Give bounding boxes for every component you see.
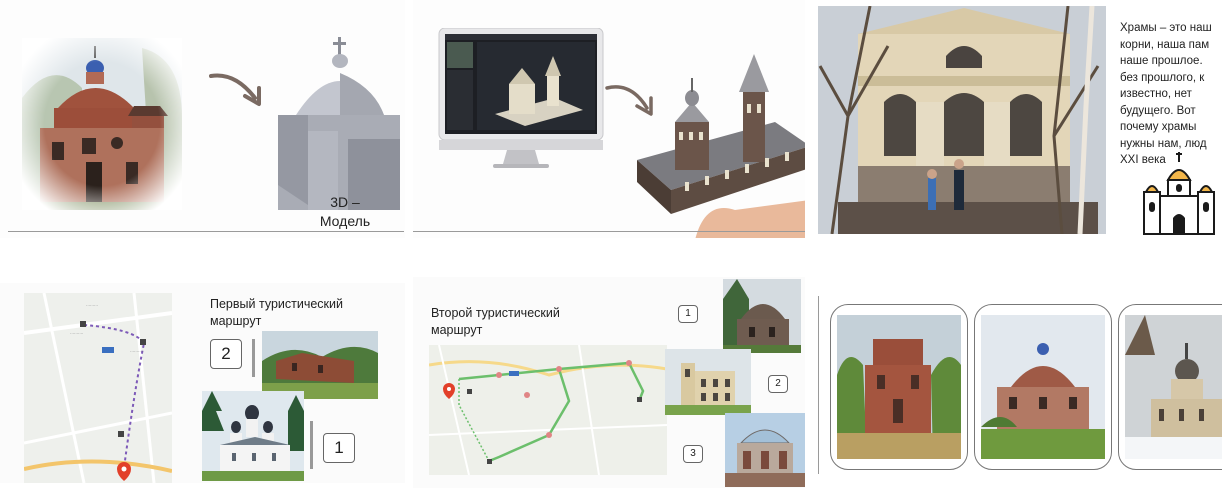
route-label-1: 1 (323, 433, 355, 463)
svg-text:··········: ·········· (70, 331, 83, 336)
slide-quote: Храмы – это наш корни, наша пам наше про… (818, 0, 1222, 240)
ruin-photo (262, 331, 378, 399)
photo-card (974, 304, 1112, 470)
route-label-3: 3 (683, 445, 703, 463)
curved-arrow-icon (209, 73, 261, 106)
ruined-church-photo (22, 38, 182, 210)
gallery-divider (818, 296, 819, 474)
ruined-brick-church-photo (837, 315, 961, 459)
route-map-1: ········· ·········· ·········· (24, 293, 172, 483)
printed-church-model (637, 54, 805, 238)
cathedral-icon (1143, 152, 1215, 235)
slide-3d-model: 3D – Модель (0, 0, 405, 238)
domed-church-photo (981, 315, 1105, 459)
slide-underline (8, 231, 404, 232)
label-bar (252, 339, 255, 377)
slide-route-1: ········· ·········· ·········· Первый т… (0, 283, 405, 483)
white-church-photo (202, 391, 304, 481)
computer-monitor (438, 28, 604, 168)
route-label-2: 2 (768, 375, 788, 393)
quote-text: Храмы – это наш корни, наша пам наше про… (1120, 22, 1212, 166)
snow-cathedral-photo (1125, 315, 1222, 459)
route-label-2: 2 (210, 339, 242, 369)
photo-card (1118, 304, 1222, 470)
ruined-cathedral-photo (725, 413, 805, 487)
ruin-church-photo (723, 279, 801, 353)
svg-text:·········: ········· (86, 303, 98, 308)
model-caption: 3D – Модель (319, 194, 371, 229)
slide-route-2: Второй туристический маршрут 1 2 3 (413, 277, 805, 488)
slide-gallery (818, 290, 1222, 482)
slide-3d-printing (413, 0, 805, 238)
church-facade-photo (818, 6, 1106, 234)
route-label-1: 1 (678, 305, 698, 323)
route-title: Второй туристический маршрут (431, 306, 560, 337)
manor-photo (665, 349, 751, 415)
label-bar (310, 421, 313, 469)
svg-text:··········: ·········· (130, 349, 143, 354)
route-title: Первый туристический маршрут (210, 297, 343, 328)
route-map-2 (429, 345, 667, 475)
slide-underline (413, 231, 805, 232)
photo-card (830, 304, 968, 470)
3d-model-render (278, 37, 400, 210)
